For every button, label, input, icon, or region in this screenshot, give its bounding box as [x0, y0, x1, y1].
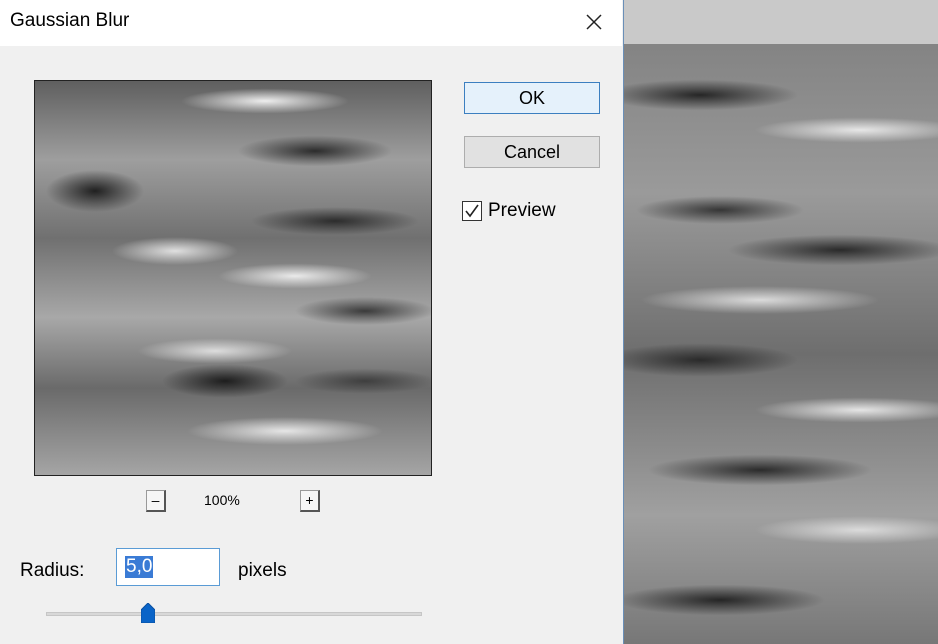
- dialog-title: Gaussian Blur: [10, 10, 130, 31]
- zoom-out-button[interactable]: –: [146, 490, 166, 512]
- gaussian-blur-dialog: Gaussian Blur – 100% + OK Cancel Preview…: [0, 0, 624, 644]
- close-icon: [586, 14, 602, 30]
- radius-label: Radius:: [20, 560, 85, 581]
- background-panel-header: [620, 0, 938, 44]
- radius-unit-label: pixels: [238, 560, 287, 581]
- radius-input[interactable]: 5,0: [116, 548, 220, 586]
- checkmark-icon: [465, 204, 479, 218]
- close-button[interactable]: [574, 4, 614, 40]
- radius-value: 5,0: [125, 556, 154, 578]
- preview-image[interactable]: [34, 80, 432, 476]
- dialog-titlebar: Gaussian Blur: [0, 0, 622, 46]
- radius-slider-track[interactable]: [46, 612, 422, 616]
- radius-slider-thumb[interactable]: [140, 603, 155, 623]
- zoom-in-button[interactable]: +: [300, 490, 320, 512]
- cancel-button[interactable]: Cancel: [464, 136, 600, 168]
- zoom-level: 100%: [204, 492, 240, 508]
- ok-button[interactable]: OK: [464, 82, 600, 114]
- preview-checkbox[interactable]: [462, 201, 482, 221]
- preview-label: Preview: [488, 200, 556, 221]
